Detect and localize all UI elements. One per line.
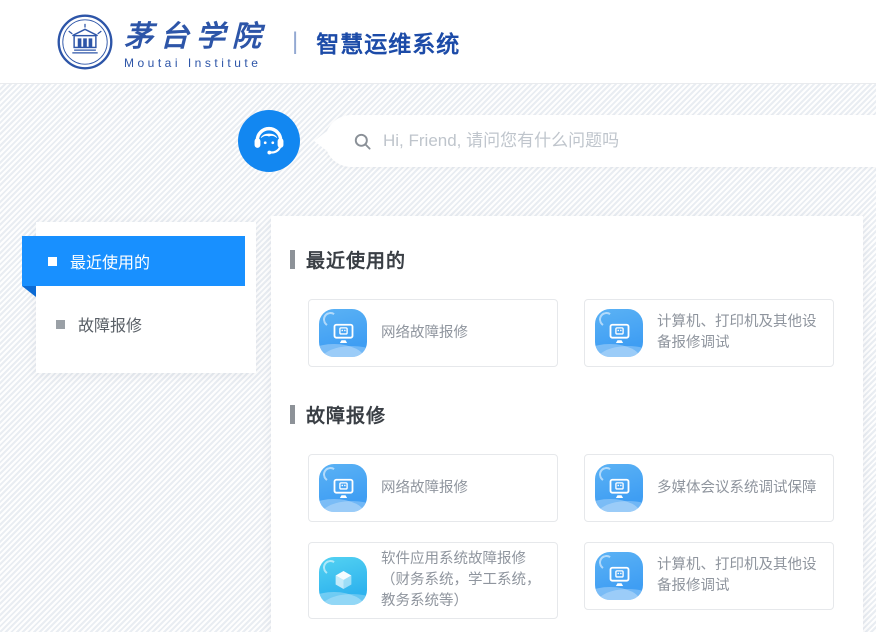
app-header: 茅台学院 Moutai Institute | 智慧运维系统: [0, 0, 876, 84]
assistant-search-section: [0, 84, 876, 172]
cube-icon: [319, 557, 367, 605]
monitor-icon: [595, 309, 643, 357]
system-title: 智慧运维系统: [316, 25, 460, 59]
sidebar-item-label: 最近使用的: [70, 249, 150, 273]
service-card-computer-printer[interactable]: 计算机、打印机及其他设备报修调试: [584, 542, 834, 610]
service-card-computer-printer[interactable]: 计算机、打印机及其他设备报修调试: [584, 299, 834, 367]
service-card-network-repair[interactable]: 网络故障报修: [308, 454, 558, 522]
section-title: 故障报修: [290, 401, 835, 428]
service-card-software-systems[interactable]: 软件应用系统故障报修（财务系统，学工系统，教务系统等）: [308, 542, 558, 619]
search-icon: [353, 132, 372, 151]
logo: 茅台学院 Moutai Institute: [124, 13, 268, 70]
service-card-network-repair[interactable]: 网络故障报修: [308, 299, 558, 367]
main-area: 最近使用的 故障报修 最近使用的: [36, 216, 863, 632]
card-grid: 网络故障报修 计算机、打印机及其他设备报修调试: [308, 299, 835, 367]
headset-person-icon: [247, 119, 291, 163]
square-bullet-icon: [48, 257, 57, 266]
header-divider: |: [292, 28, 298, 56]
card-label: 软件应用系统故障报修（财务系统，学工系统，教务系统等）: [381, 549, 545, 612]
card-label: 网络故障报修: [381, 478, 468, 499]
sidebar-item-label: 故障报修: [78, 312, 142, 336]
section-title: 最近使用的: [290, 246, 835, 273]
section-recently-used: 最近使用的 网络故障报修: [290, 246, 835, 367]
card-label: 多媒体会议系统调试保障: [657, 478, 817, 499]
monitor-icon: [595, 552, 643, 600]
monitor-icon: [319, 464, 367, 512]
card-label: 计算机、打印机及其他设备报修调试: [657, 312, 821, 354]
section-fault-repair: 故障报修 网络故障报修: [290, 401, 835, 619]
card-grid: 网络故障报修 多媒体会议系统调试保障: [308, 454, 835, 619]
logo-en-text: Moutai Institute: [124, 56, 268, 70]
search-bar[interactable]: [325, 115, 876, 167]
title-bar-icon: [290, 250, 295, 269]
speech-bubble-tail: [314, 131, 327, 151]
school-emblem-logo: [56, 13, 114, 71]
sidebar: 最近使用的 故障报修: [36, 222, 256, 373]
section-title-text: 最近使用的: [306, 246, 406, 273]
monitor-icon: [595, 464, 643, 512]
content-panel: 最近使用的 网络故障报修: [271, 216, 863, 632]
section-title-text: 故障报修: [306, 401, 386, 428]
card-label: 计算机、打印机及其他设备报修调试: [657, 555, 821, 597]
sidebar-item-fault-repair[interactable]: 故障报修: [36, 299, 256, 349]
title-bar-icon: [290, 405, 295, 424]
sidebar-item-recently-used[interactable]: 最近使用的: [22, 236, 245, 286]
customer-service-avatar[interactable]: [238, 110, 300, 172]
monitor-icon: [319, 309, 367, 357]
service-card-multimedia-conference[interactable]: 多媒体会议系统调试保障: [584, 454, 834, 522]
logo-cn-text: 茅台学院: [124, 13, 268, 55]
card-label: 网络故障报修: [381, 323, 468, 344]
square-bullet-icon: [56, 320, 65, 329]
search-input[interactable]: [383, 131, 836, 151]
